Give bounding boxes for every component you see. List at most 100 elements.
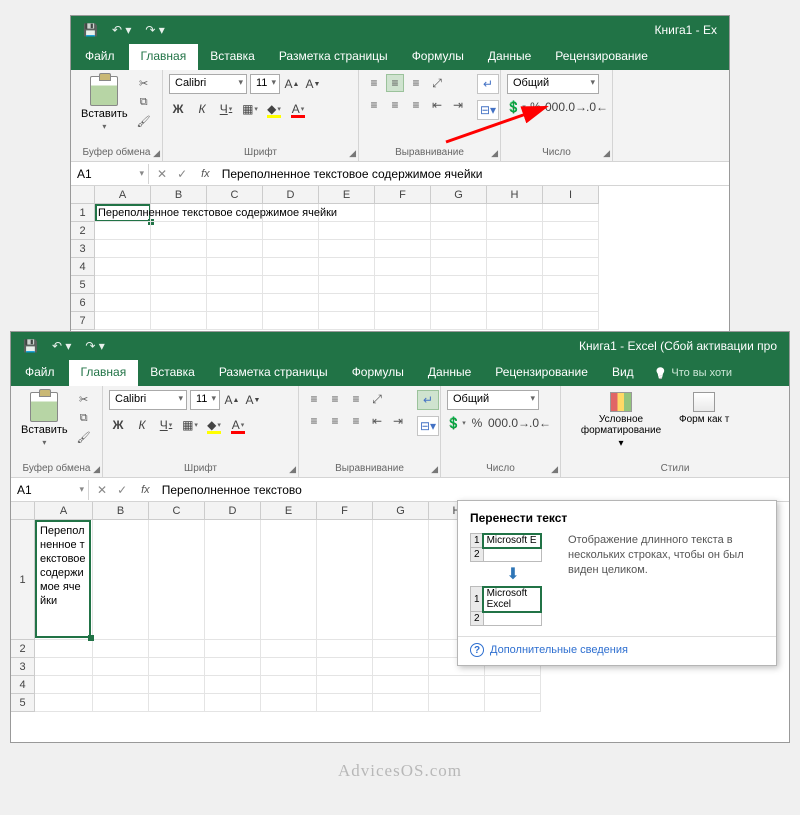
dialog-launcher-icon[interactable]: ◢ — [551, 464, 558, 475]
row-header[interactable]: 3 — [71, 240, 95, 258]
cell[interactable] — [373, 676, 429, 694]
cell[interactable] — [149, 676, 205, 694]
dialog-launcher-icon[interactable]: ◢ — [289, 464, 296, 475]
cell[interactable] — [93, 520, 149, 640]
cell[interactable] — [431, 276, 487, 294]
shrink-font-icon[interactable]: A▼ — [304, 75, 322, 93]
cell[interactable] — [485, 676, 541, 694]
cell[interactable] — [151, 312, 207, 330]
cell[interactable] — [543, 204, 599, 222]
underline-button[interactable]: Ч — [217, 100, 235, 118]
enter-icon[interactable]: ✓ — [117, 483, 127, 497]
cell[interactable] — [319, 312, 375, 330]
cell[interactable] — [431, 294, 487, 312]
cell[interactable] — [431, 240, 487, 258]
cell[interactable] — [95, 276, 151, 294]
tooltip-more-info-link[interactable]: ? Дополнительные сведения — [470, 643, 764, 657]
align-bottom-icon[interactable]: ≡ — [407, 74, 425, 92]
cell[interactable] — [263, 312, 319, 330]
tab-data[interactable]: Данные — [416, 360, 483, 386]
cell[interactable] — [319, 294, 375, 312]
dialog-launcher-icon[interactable]: ◢ — [349, 148, 356, 159]
cell[interactable] — [319, 258, 375, 276]
col-header[interactable]: D — [263, 186, 319, 204]
cell[interactable] — [487, 222, 543, 240]
cell[interactable] — [151, 276, 207, 294]
fill-color-icon[interactable]: ◆ — [265, 100, 283, 118]
row-header[interactable]: 1 — [11, 520, 35, 640]
tab-formulas[interactable]: Формулы — [340, 360, 416, 386]
col-header[interactable]: H — [487, 186, 543, 204]
borders-icon[interactable]: ▦ — [181, 416, 199, 434]
cell[interactable] — [149, 640, 205, 658]
align-middle-icon[interactable]: ≡ — [386, 74, 404, 92]
cell[interactable] — [375, 312, 431, 330]
cell[interactable] — [207, 240, 263, 258]
select-all-corner[interactable] — [71, 186, 95, 204]
cell[interactable] — [543, 294, 599, 312]
cell[interactable] — [487, 240, 543, 258]
cell[interactable] — [93, 640, 149, 658]
cell[interactable] — [263, 222, 319, 240]
cell[interactable] — [375, 240, 431, 258]
font-size-combo[interactable]: 11 — [250, 74, 280, 94]
col-header[interactable]: I — [543, 186, 599, 204]
dec-decimal-icon[interactable]: .0← — [588, 98, 606, 116]
formula-input[interactable]: Переполненное текстовое содержимое ячейк… — [216, 164, 729, 184]
cut-icon[interactable]: ✂ — [136, 76, 152, 90]
tab-view[interactable]: Вид — [600, 360, 646, 386]
cell[interactable] — [429, 694, 485, 712]
wrap-text-button[interactable]: ↵ — [417, 390, 439, 410]
italic-button[interactable]: К — [133, 416, 151, 434]
orientation-icon[interactable]: ⤢ — [368, 390, 386, 408]
cell[interactable] — [205, 658, 261, 676]
col-header[interactable]: C — [149, 502, 205, 520]
align-center-icon[interactable]: ≡ — [326, 412, 344, 430]
indent-inc-icon[interactable]: ⇥ — [389, 412, 407, 430]
row-header[interactable]: 2 — [71, 222, 95, 240]
align-left-icon[interactable]: ≡ — [305, 412, 323, 430]
cell[interactable] — [207, 312, 263, 330]
cell[interactable] — [543, 222, 599, 240]
cell[interactable] — [375, 258, 431, 276]
cell[interactable] — [317, 658, 373, 676]
cancel-icon[interactable]: ✕ — [97, 483, 107, 497]
tab-insert[interactable]: Вставка — [138, 360, 207, 386]
cell[interactable] — [263, 240, 319, 258]
fill-color-icon[interactable]: ◆ — [205, 416, 223, 434]
dec-decimal-icon[interactable]: .0← — [531, 414, 549, 432]
row-header[interactable]: 5 — [71, 276, 95, 294]
tab-data[interactable]: Данные — [476, 44, 543, 70]
cell[interactable] — [207, 294, 263, 312]
cell[interactable] — [95, 222, 151, 240]
align-middle-icon[interactable]: ≡ — [326, 390, 344, 408]
paste-button[interactable]: Вставить ▾ — [17, 390, 72, 449]
grow-font-icon[interactable]: A▲ — [283, 75, 301, 93]
underline-button[interactable]: Ч — [157, 416, 175, 434]
inc-decimal-icon[interactable]: .0→ — [567, 98, 585, 116]
cell[interactable] — [375, 276, 431, 294]
col-header[interactable]: E — [319, 186, 375, 204]
cell[interactable] — [543, 276, 599, 294]
font-size-combo[interactable]: 11 — [190, 390, 220, 410]
cell[interactable] — [151, 240, 207, 258]
cell[interactable] — [205, 520, 261, 640]
cell[interactable] — [35, 694, 93, 712]
cell-a1-wrapped[interactable]: Переполненное текстовое содержимое ячейк… — [35, 520, 91, 638]
cell[interactable] — [485, 694, 541, 712]
cell[interactable] — [205, 676, 261, 694]
number-format-combo[interactable]: Общий — [447, 390, 539, 410]
cell[interactable] — [429, 676, 485, 694]
align-top-icon[interactable]: ≡ — [305, 390, 323, 408]
col-header[interactable]: B — [151, 186, 207, 204]
cell[interactable] — [149, 694, 205, 712]
row-header[interactable]: 2 — [11, 640, 35, 658]
cut-icon[interactable]: ✂ — [76, 392, 92, 406]
cell[interactable] — [487, 258, 543, 276]
cell[interactable] — [207, 222, 263, 240]
cell[interactable] — [431, 204, 487, 222]
cell[interactable] — [373, 640, 429, 658]
cell[interactable] — [261, 520, 317, 640]
save-icon[interactable]: 💾 — [83, 23, 98, 37]
select-all-corner[interactable] — [11, 502, 35, 520]
